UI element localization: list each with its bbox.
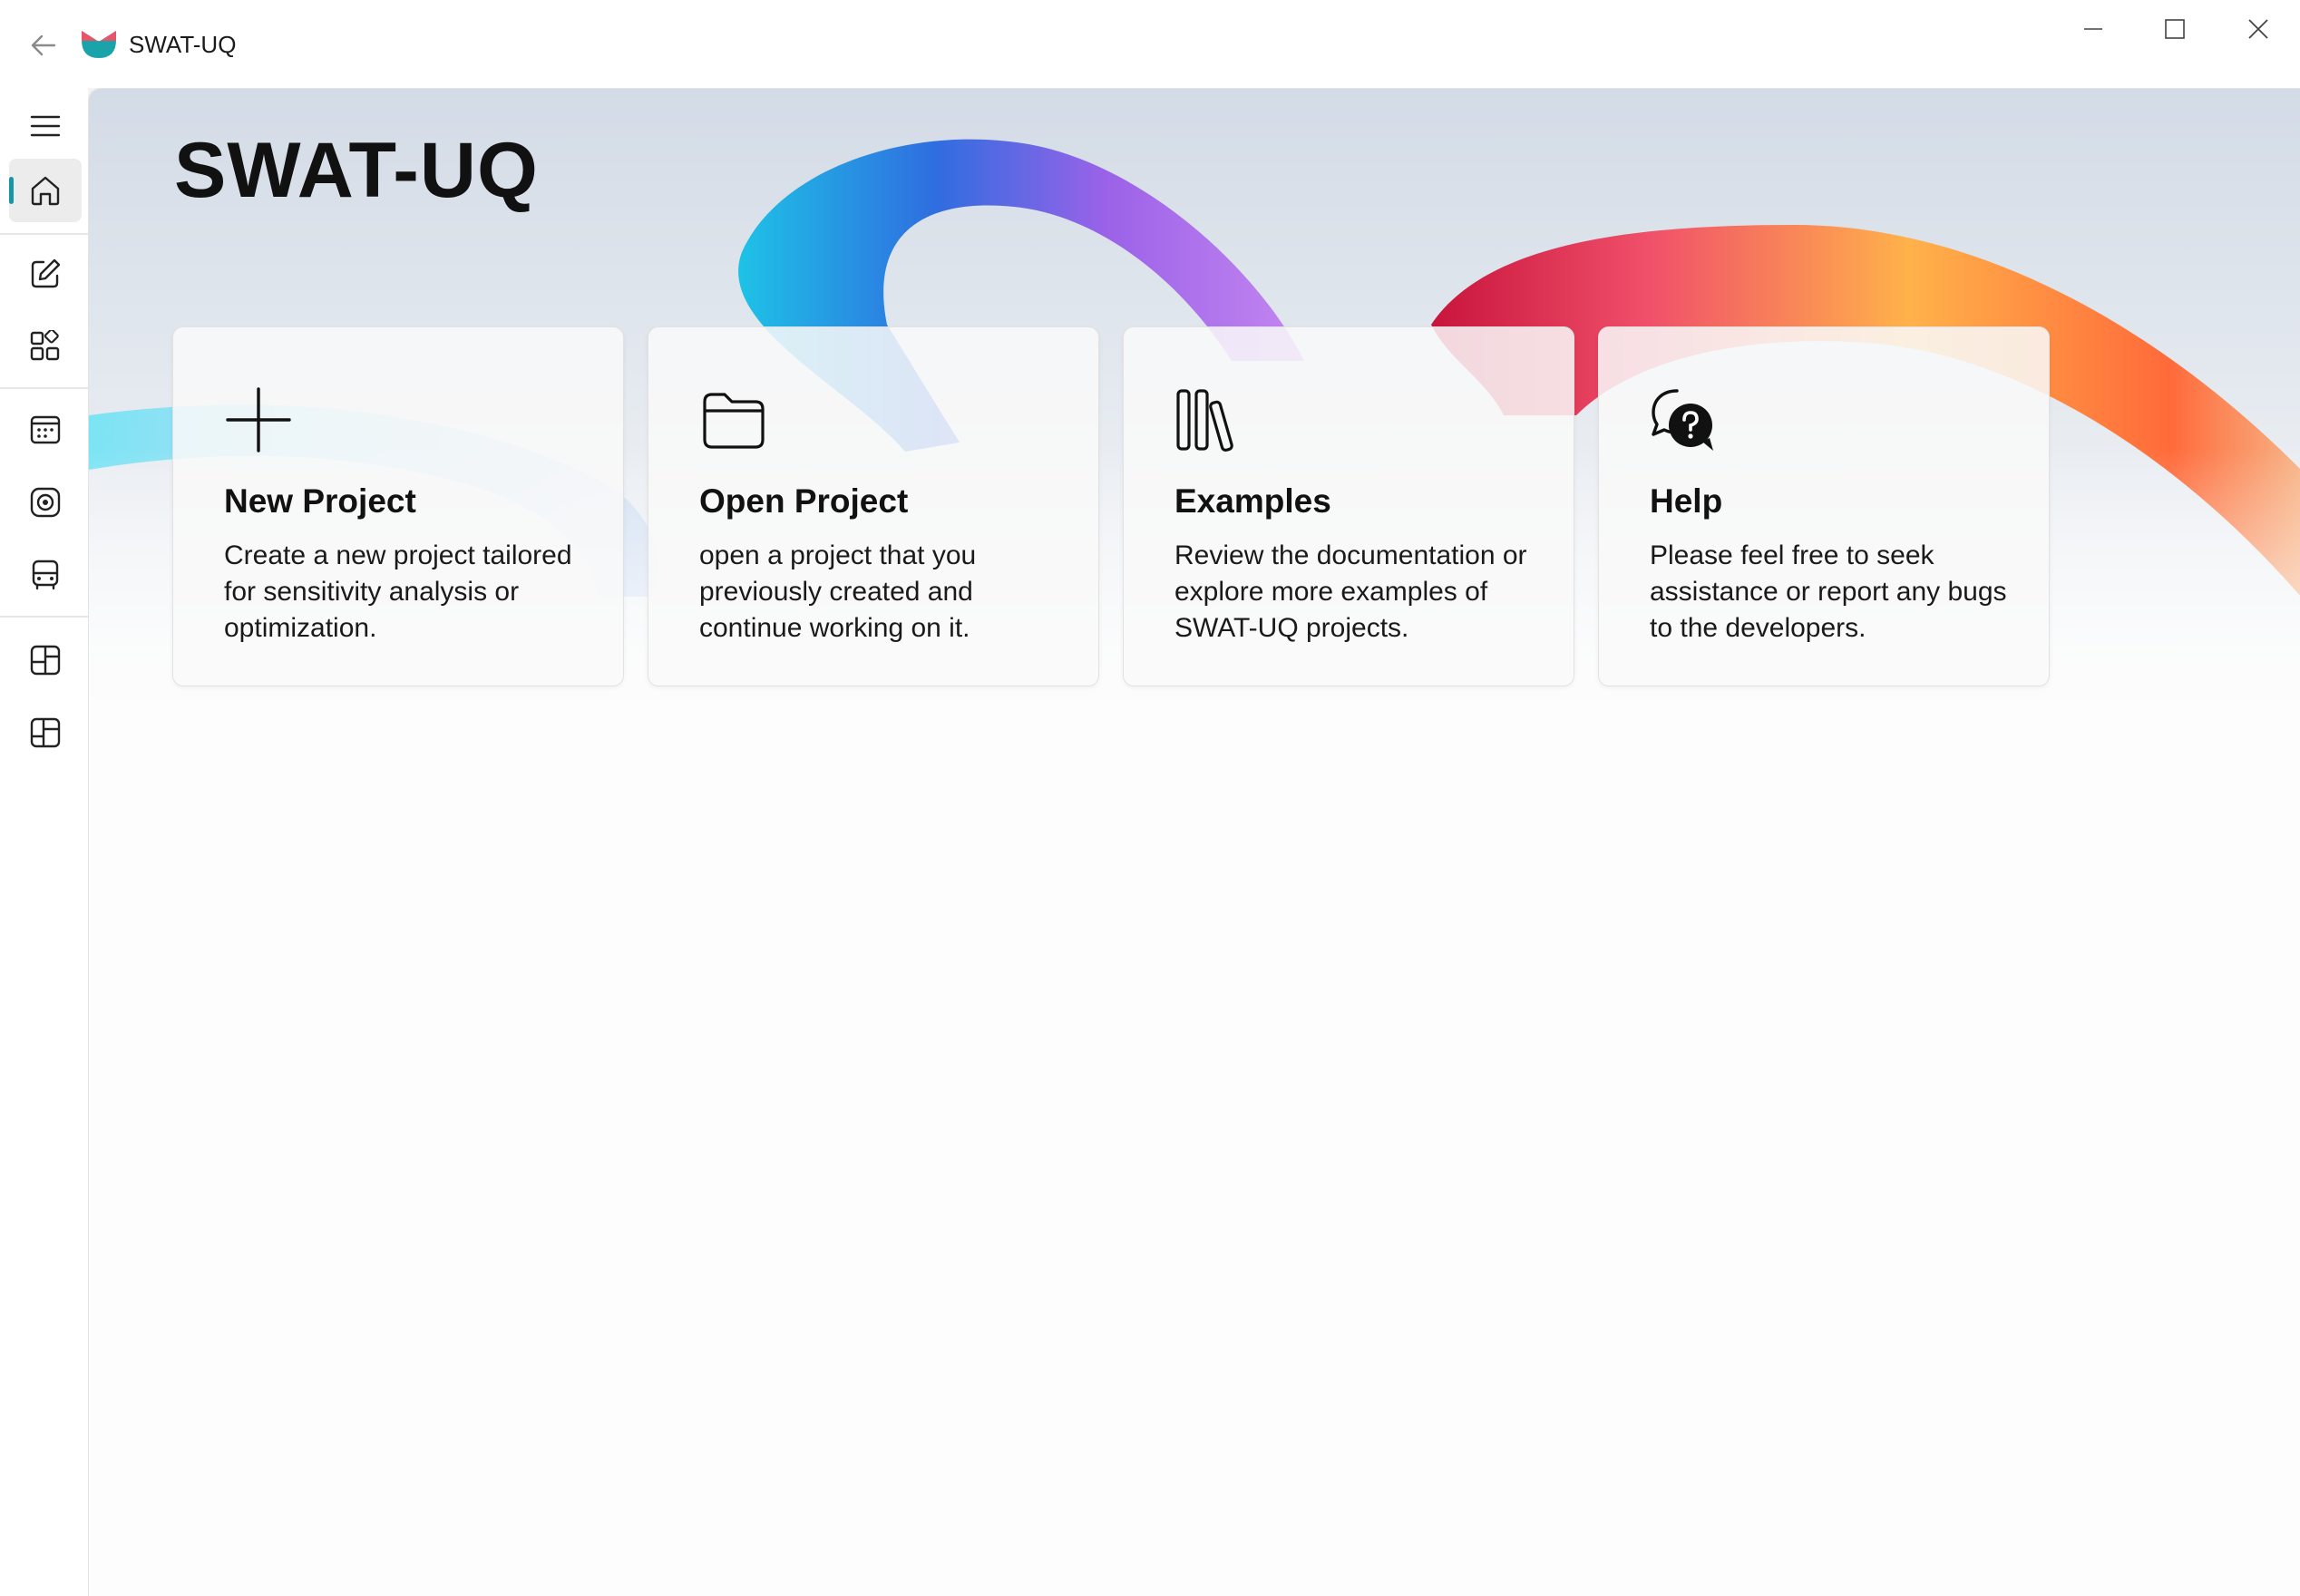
card-description: Review the documentation or explore more… — [1174, 540, 1527, 643]
menu-toggle-button[interactable] — [9, 94, 82, 158]
maximize-icon — [2165, 19, 2185, 39]
selection-indicator — [9, 177, 14, 204]
home-page: SWAT-UQ New Project Create a new project… — [88, 88, 2300, 1596]
nav-item-calendar[interactable] — [9, 398, 82, 462]
page-title: SWAT-UQ — [174, 127, 539, 214]
app-logo — [82, 31, 116, 58]
nav-item-target[interactable] — [9, 471, 82, 534]
chat-help-icon — [1652, 389, 1713, 451]
back-button[interactable] — [20, 22, 67, 69]
minimize-icon — [2084, 28, 2102, 30]
card-title: New Project — [224, 482, 416, 520]
edit-icon — [31, 258, 61, 288]
target-icon — [30, 487, 61, 518]
nav-item-home[interactable] — [9, 159, 82, 222]
nav-separator — [0, 233, 88, 235]
nav-item-layout[interactable] — [9, 628, 82, 692]
nav-separator — [0, 616, 88, 618]
layout-alt-icon — [30, 717, 61, 748]
close-button[interactable] — [2217, 0, 2300, 58]
bus-icon — [32, 560, 59, 590]
card-description: Create a new project tailored for sensit… — [224, 540, 572, 643]
nav-item-edit[interactable] — [9, 242, 82, 306]
nav-separator — [0, 387, 88, 389]
folder-icon — [703, 393, 765, 449]
maximize-button[interactable] — [2133, 0, 2217, 58]
home-icon — [31, 176, 60, 206]
title-bar: SWAT-UQ — [0, 0, 2300, 88]
calendar-icon — [30, 415, 61, 444]
open-project-card[interactable]: Open Project open a project that you pre… — [648, 326, 1099, 686]
card-title: Help — [1650, 482, 1723, 520]
nav-item-bus[interactable] — [9, 543, 82, 607]
nav-item-apps[interactable] — [9, 315, 82, 378]
nav-item-layout-alt[interactable] — [9, 701, 82, 764]
close-icon — [2248, 19, 2268, 39]
help-card[interactable]: Help Please feel free to seek assistance… — [1598, 326, 2050, 686]
window-title: SWAT-UQ — [129, 31, 237, 58]
examples-card[interactable]: Examples Review the documentation or exp… — [1123, 326, 1574, 686]
new-project-card[interactable]: New Project Create a new project tailore… — [172, 326, 624, 686]
card-title: Open Project — [699, 482, 909, 520]
library-icon — [1176, 389, 1233, 452]
apps-grid-icon — [30, 330, 60, 361]
card-description: open a project that you previously creat… — [699, 540, 977, 643]
minimize-button[interactable] — [2051, 0, 2135, 58]
navigation-rail — [0, 88, 88, 1596]
layout-icon — [30, 645, 61, 676]
plus-icon — [226, 387, 291, 453]
card-title: Examples — [1174, 482, 1331, 520]
hamburger-menu-icon — [30, 115, 61, 137]
arrow-left-icon — [31, 34, 56, 56]
card-description: Please feel free to seek assistance or r… — [1650, 540, 2007, 643]
